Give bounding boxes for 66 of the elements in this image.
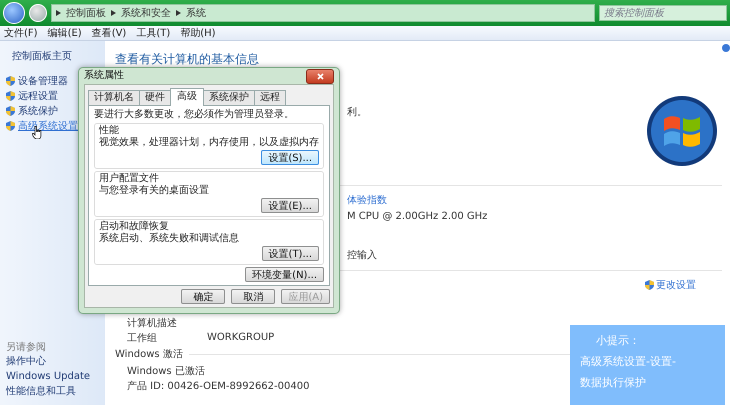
group-description: 与您登录有关的桌面设置 — [99, 185, 210, 197]
search-field[interactable]: 搜索控制面板 — [599, 5, 727, 21]
menu-item[interactable]: 查看(V) — [92, 26, 126, 40]
tip-text: 数据执行保护 — [580, 375, 647, 390]
sidebar-link[interactable]: 远程设置 — [18, 88, 58, 102]
field-value: WORKGROUP — [207, 332, 274, 343]
shield-icon — [645, 280, 654, 290]
breadcrumb-item[interactable]: 控制面板 — [66, 6, 106, 20]
settings-button[interactable]: 设置(S)... — [261, 150, 319, 165]
close-button[interactable] — [306, 68, 334, 84]
change-settings-link[interactable]: 更改设置 — [645, 278, 696, 292]
sidebar-link[interactable]: 设备管理器 — [18, 74, 68, 88]
shield-icon — [6, 120, 15, 130]
dialog-button[interactable]: 取消 — [231, 289, 276, 304]
section-heading: Windows 激活 — [115, 348, 183, 361]
settings-button[interactable]: 设置(E)... — [261, 198, 319, 213]
see-also-link[interactable]: 操作中心 — [6, 354, 105, 369]
page-title: 查看有关计算机的基本信息 — [115, 51, 260, 68]
shield-icon — [6, 106, 15, 116]
chevron-icon — [111, 10, 116, 16]
address-bar[interactable]: 控制面板 系统和安全 系统 — [51, 4, 595, 22]
tab[interactable]: 计算机名 — [88, 90, 140, 106]
shield-icon — [6, 90, 15, 100]
breadcrumb-item[interactable]: 系统 — [186, 6, 206, 20]
shield-icon — [6, 76, 15, 86]
field-label: 计算机描述 — [127, 316, 178, 330]
group-description: 视觉效果，处理器计划，内存使用，以及虚拟内存 — [99, 137, 319, 149]
environment-variables-button[interactable]: 环境变量(N)... — [245, 267, 324, 282]
tip-text: 高级系统设置-设置- — [580, 354, 677, 369]
close-icon — [316, 72, 324, 80]
product-id: 产品 ID: 00426-OEM-8992662-00400 — [127, 380, 310, 392]
admin-note: 要进行大多数更改，您必须作为管理员登录。 — [94, 109, 295, 121]
menu-item[interactable]: 工具(T) — [136, 26, 170, 40]
group-title: 启动和故障恢复 — [99, 221, 170, 232]
windows-logo-icon — [646, 95, 718, 167]
back-button[interactable] — [3, 2, 25, 24]
breadcrumb-item[interactable]: 系统和安全 — [121, 6, 171, 20]
help-icon[interactable] — [722, 44, 730, 52]
group-description: 系统启动、系统失败和调试信息 — [99, 233, 240, 245]
see-also-link[interactable]: Windows Update — [6, 369, 105, 384]
tab[interactable]: 硬件 — [139, 90, 171, 106]
settings-button[interactable]: 设置(T)... — [262, 246, 319, 261]
menu-item[interactable]: 文件(F) — [4, 26, 38, 40]
dialog-title: 系统属性 — [84, 70, 124, 82]
chevron-icon — [56, 10, 61, 16]
forward-button[interactable] — [29, 4, 47, 22]
tab[interactable]: 系统保护 — [203, 90, 255, 106]
group-title: 用户配置文件 — [99, 173, 160, 184]
copyright-text: 利。 — [347, 106, 367, 120]
sidebar-link[interactable]: 系统保护 — [18, 104, 58, 118]
processor-text: M CPU @ 2.00GHz 2.00 GHz — [347, 210, 488, 222]
menu-item[interactable]: 帮助(H) — [180, 26, 216, 40]
see-also-heading: 另请参阅 — [6, 340, 47, 354]
dialog-button[interactable]: 确定 — [181, 289, 226, 304]
group-title: 性能 — [99, 125, 120, 136]
tab[interactable]: 高级 — [170, 88, 204, 106]
experience-index-link[interactable]: 体验指数 — [347, 193, 387, 207]
menu-item[interactable]: 编辑(E) — [48, 26, 82, 40]
see-also-link[interactable]: 性能信息和工具 — [6, 384, 105, 399]
activation-status: Windows 已激活 — [127, 364, 205, 378]
chevron-icon — [176, 10, 181, 16]
field-label: 工作组 — [127, 332, 158, 344]
tab[interactable]: 远程 — [254, 90, 286, 106]
sidebar-home-link[interactable]: 控制面板主页 — [12, 49, 105, 63]
pen-touch-text: 控输入 — [347, 248, 377, 262]
tip-title: 小提示： — [596, 333, 641, 348]
